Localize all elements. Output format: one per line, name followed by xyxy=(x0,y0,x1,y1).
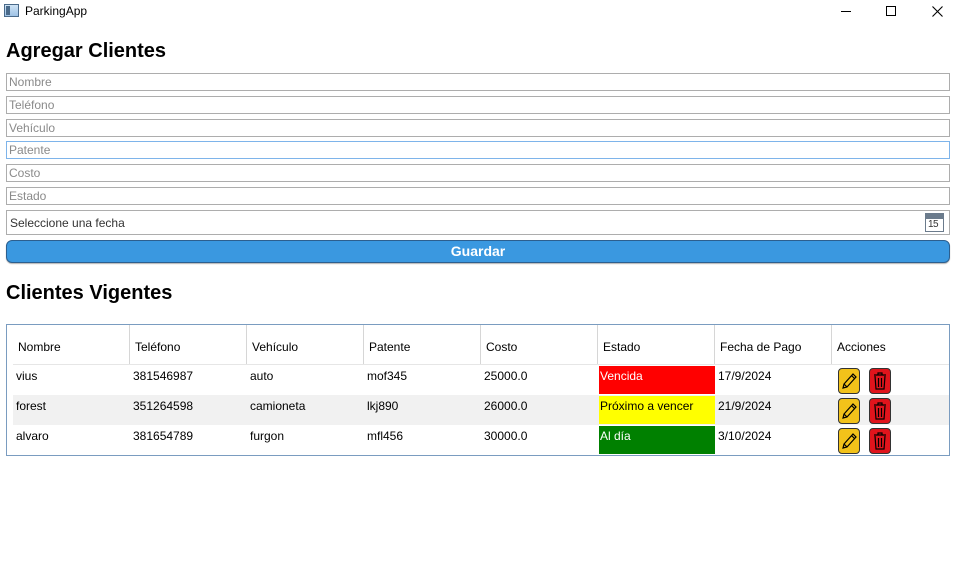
table-row[interactable]: alvaro 381654789 furgon mfl456 30000.0 A… xyxy=(13,425,949,455)
window-title: ParkingApp xyxy=(25,4,88,18)
cell-patente: lkj890 xyxy=(367,399,399,413)
title-bar[interactable]: ParkingApp xyxy=(0,0,959,22)
date-picker-text[interactable]: Seleccione una fecha xyxy=(10,216,125,230)
table-header: Nombre Teléfono Vehículo Patente Costo E… xyxy=(13,325,949,365)
clients-table[interactable]: Nombre Teléfono Vehículo Patente Costo E… xyxy=(6,324,950,456)
calendar-icon[interactable]: 15 xyxy=(925,213,944,232)
parking-app-window: ParkingApp Agregar Clientes Nombre Teléf… xyxy=(0,0,959,577)
date-picker[interactable]: Seleccione una fecha 15 xyxy=(6,210,950,235)
cell-telefono: 381654789 xyxy=(133,429,194,443)
cell-nombre: forest xyxy=(16,399,47,413)
save-button[interactable]: Guardar xyxy=(6,240,950,263)
cell-fecha: 17/9/2024 xyxy=(718,369,772,383)
cell-telefono: 351264598 xyxy=(133,399,194,413)
estado-input[interactable]: Estado xyxy=(6,187,950,205)
trash-icon xyxy=(874,402,886,420)
column-header-acciones[interactable]: Acciones xyxy=(832,325,949,365)
costo-input[interactable]: Costo xyxy=(6,164,950,182)
close-button[interactable] xyxy=(914,0,959,22)
status-badge: Al día xyxy=(599,426,715,454)
table-row[interactable]: vius 381546987 auto mof345 25000.0 Venci… xyxy=(13,365,949,395)
nombre-input[interactable]: Nombre xyxy=(6,73,950,91)
cell-costo: 30000.0 xyxy=(484,429,528,443)
trash-icon xyxy=(874,372,886,390)
cell-fecha: 3/10/2024 xyxy=(718,429,772,443)
current-clients-heading: Clientes Vigentes xyxy=(6,282,173,304)
maximize-button[interactable] xyxy=(868,0,914,22)
pencil-icon xyxy=(842,433,857,449)
cell-patente: mof345 xyxy=(367,369,408,383)
cell-costo: 26000.0 xyxy=(484,399,528,413)
cell-vehiculo: camioneta xyxy=(250,399,306,413)
column-header-nombre[interactable]: Nombre xyxy=(13,325,130,365)
cell-fecha: 21/9/2024 xyxy=(718,399,772,413)
edit-button[interactable] xyxy=(838,428,860,454)
cell-vehiculo: auto xyxy=(250,369,274,383)
column-header-telefono[interactable]: Teléfono xyxy=(130,325,247,365)
cell-patente: mfl456 xyxy=(367,429,404,443)
cell-nombre: alvaro xyxy=(16,429,49,443)
edit-button[interactable] xyxy=(838,368,860,394)
status-badge: Próximo a vencer xyxy=(599,396,715,424)
column-header-patente[interactable]: Patente xyxy=(364,325,481,365)
column-header-fecha[interactable]: Fecha de Pago xyxy=(715,325,832,365)
maximize-icon xyxy=(886,6,896,16)
cell-vehiculo: furgon xyxy=(250,429,285,443)
delete-button[interactable] xyxy=(869,368,891,394)
pencil-icon xyxy=(842,403,857,419)
minimize-icon xyxy=(841,10,851,12)
vehiculo-input[interactable]: Vehículo xyxy=(6,119,950,137)
trash-icon xyxy=(874,432,886,450)
cell-telefono: 381546987 xyxy=(133,369,194,383)
column-header-vehiculo[interactable]: Vehículo xyxy=(247,325,364,365)
column-header-costo[interactable]: Costo xyxy=(481,325,598,365)
cell-nombre: vius xyxy=(16,369,38,383)
calendar-icon-day: 15 xyxy=(928,219,939,230)
telefono-input[interactable]: Teléfono xyxy=(6,96,950,114)
edit-button[interactable] xyxy=(838,398,860,424)
column-header-estado[interactable]: Estado xyxy=(598,325,715,365)
delete-button[interactable] xyxy=(869,398,891,424)
delete-button[interactable] xyxy=(869,428,891,454)
cell-costo: 25000.0 xyxy=(484,369,528,383)
minimize-button[interactable] xyxy=(823,0,869,22)
add-clients-heading: Agregar Clientes xyxy=(6,40,167,62)
status-badge: Vencida xyxy=(599,366,715,394)
table-row[interactable]: forest 351264598 camioneta lkj890 26000.… xyxy=(13,395,949,425)
app-window-icon xyxy=(4,4,19,17)
patente-input[interactable]: Patente xyxy=(6,141,950,159)
pencil-icon xyxy=(842,373,857,389)
close-icon xyxy=(931,5,943,17)
